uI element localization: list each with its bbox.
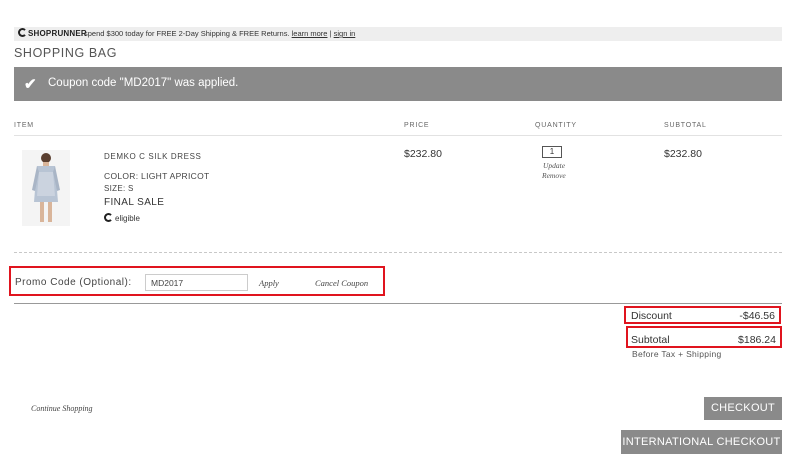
update-link[interactable]: Update bbox=[543, 161, 565, 170]
shoprunner-eligible: eligible bbox=[104, 213, 140, 223]
product-name[interactable]: DEMKO C SILK DRESS bbox=[104, 152, 202, 161]
header-quantity: QUANTITY bbox=[535, 122, 577, 129]
final-sale-label: FINAL SALE bbox=[104, 197, 165, 208]
cancel-coupon-link[interactable]: Cancel Coupon bbox=[315, 278, 368, 288]
coupon-applied-banner: ✔ Coupon code "MD2017" was applied. bbox=[14, 67, 782, 101]
checkout-button[interactable]: CHECKOUT bbox=[704, 397, 782, 420]
quantity-input[interactable]: 1 bbox=[542, 146, 562, 158]
totals-divider bbox=[14, 303, 782, 304]
shoprunner-icon bbox=[18, 28, 27, 37]
page-title: SHOPPING BAG bbox=[14, 46, 118, 60]
international-checkout-button[interactable]: INTERNATIONAL CHECKOUT bbox=[621, 430, 782, 454]
discount-label: Discount bbox=[631, 310, 672, 322]
shoprunner-logo: SHOPRUNNER bbox=[18, 28, 87, 38]
remove-link[interactable]: Remove bbox=[542, 171, 566, 180]
dashed-divider bbox=[14, 252, 782, 253]
shoprunner-icon bbox=[104, 213, 113, 222]
discount-value: -$46.56 bbox=[739, 310, 775, 322]
banner-message: Coupon code "MD2017" was applied. bbox=[48, 77, 239, 89]
continue-shopping-link[interactable]: Continue Shopping bbox=[31, 404, 93, 413]
subtotal-value: $186.24 bbox=[738, 334, 776, 346]
header-divider bbox=[14, 135, 782, 136]
header-item: ITEM bbox=[14, 122, 34, 129]
header-price: PRICE bbox=[404, 122, 430, 129]
header-subtotal: SUBTOTAL bbox=[664, 122, 707, 129]
shoprunner-promo-text: spend $300 today for FREE 2-Day Shipping… bbox=[84, 29, 290, 38]
shoprunner-bar: SHOPRUNNER spend $300 today for FREE 2-D… bbox=[14, 27, 782, 41]
subtotal-label: Subtotal bbox=[631, 334, 670, 346]
learn-more-link[interactable]: learn more bbox=[292, 29, 328, 38]
product-image[interactable] bbox=[22, 150, 70, 226]
promo-code-input[interactable] bbox=[145, 274, 248, 291]
separator: | bbox=[329, 29, 332, 38]
eligible-label: eligible bbox=[115, 214, 140, 223]
apply-link[interactable]: Apply bbox=[259, 278, 279, 288]
product-size: SIZE: S bbox=[104, 184, 134, 193]
check-icon: ✔ bbox=[24, 76, 37, 93]
sign-in-link[interactable]: sign in bbox=[334, 29, 356, 38]
item-price: $232.80 bbox=[404, 148, 442, 160]
item-subtotal: $232.80 bbox=[664, 148, 702, 160]
promo-code-label: Promo Code (Optional): bbox=[15, 277, 132, 288]
tax-shipping-note: Before Tax + Shipping bbox=[632, 349, 722, 359]
product-color: COLOR: LIGHT APRICOT bbox=[104, 171, 210, 181]
shoprunner-promo: spend $300 today for FREE 2-Day Shipping… bbox=[84, 29, 355, 38]
